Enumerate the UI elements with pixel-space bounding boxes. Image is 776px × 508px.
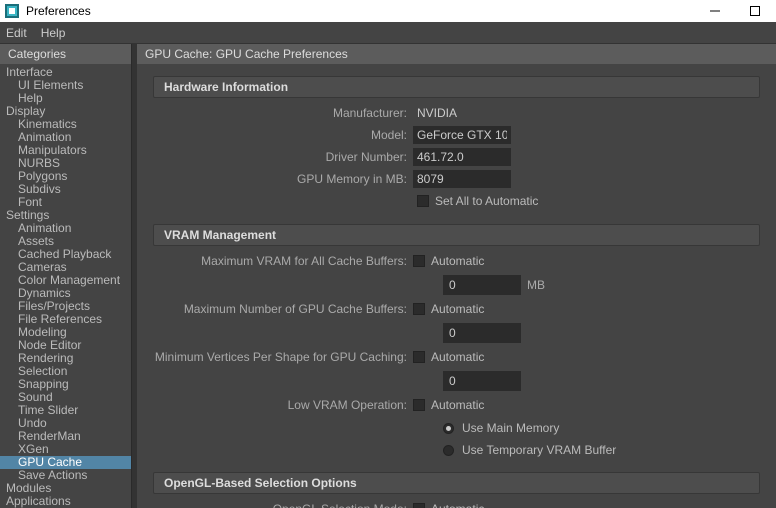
window-title: Preferences xyxy=(26,4,704,18)
category-tree[interactable]: InterfaceUI ElementsHelpDisplayKinematic… xyxy=(0,64,131,508)
label-use-main-memory: Use Main Memory xyxy=(462,421,559,435)
label-automatic-4: Automatic xyxy=(431,398,484,412)
label-automatic-2: Automatic xyxy=(431,302,484,316)
label-opengl-mode: OpenGL Selection Mode: xyxy=(153,502,413,508)
checkbox-max-buffers-auto[interactable] xyxy=(413,303,425,315)
window-titlebar: Preferences xyxy=(0,0,776,22)
menu-bar: Edit Help xyxy=(0,22,776,44)
content-body: Hardware Information Manufacturer: NVIDI… xyxy=(137,64,776,508)
sidebar: Categories InterfaceUI ElementsHelpDispl… xyxy=(0,44,132,508)
label-use-temp-buffer: Use Temporary VRAM Buffer xyxy=(462,443,616,457)
input-model[interactable] xyxy=(413,126,511,144)
input-max-buffers[interactable] xyxy=(443,323,521,343)
checkbox-opengl-auto[interactable] xyxy=(413,503,425,508)
main-area: Categories InterfaceUI ElementsHelpDispl… xyxy=(0,44,776,508)
checkbox-low-vram-auto[interactable] xyxy=(413,399,425,411)
label-automatic-3: Automatic xyxy=(431,350,484,364)
label-memory: GPU Memory in MB: xyxy=(153,172,413,186)
content-header: GPU Cache: GPU Cache Preferences xyxy=(137,44,776,64)
label-min-verts: Minimum Vertices Per Shape for GPU Cachi… xyxy=(153,350,413,364)
label-automatic-5: Automatic xyxy=(431,502,484,508)
label-automatic-1: Automatic xyxy=(431,254,484,268)
radio-use-main-memory[interactable] xyxy=(443,423,454,434)
checkbox-min-verts-auto[interactable] xyxy=(413,351,425,363)
input-driver[interactable] xyxy=(413,148,511,166)
sidebar-header: Categories xyxy=(0,44,131,64)
label-model: Model: xyxy=(153,128,413,142)
input-min-verts[interactable] xyxy=(443,371,521,391)
input-max-vram[interactable] xyxy=(443,275,521,295)
label-manufacturer: Manufacturer: xyxy=(153,106,413,120)
section-vram: VRAM Management xyxy=(153,224,760,246)
value-manufacturer: NVIDIA xyxy=(413,106,457,120)
menu-edit[interactable]: Edit xyxy=(6,26,27,40)
app-icon xyxy=(4,3,20,19)
label-low-vram: Low VRAM Operation: xyxy=(153,398,413,412)
content-panel: GPU Cache: GPU Cache Preferences Hardwar… xyxy=(137,44,776,508)
tree-item[interactable]: Applications xyxy=(0,495,131,508)
unit-mb: MB xyxy=(527,278,545,292)
label-set-all: Set All to Automatic xyxy=(435,194,538,208)
maximize-button[interactable] xyxy=(744,4,766,18)
menu-help[interactable]: Help xyxy=(41,26,66,40)
radio-use-temp-buffer[interactable] xyxy=(443,445,454,456)
checkbox-set-all[interactable] xyxy=(417,195,429,207)
label-max-buffers: Maximum Number of GPU Cache Buffers: xyxy=(153,302,413,316)
minimize-button[interactable] xyxy=(704,4,726,18)
section-opengl: OpenGL-Based Selection Options xyxy=(153,472,760,494)
section-hardware: Hardware Information xyxy=(153,76,760,98)
label-max-vram: Maximum VRAM for All Cache Buffers: xyxy=(153,254,413,268)
input-memory[interactable] xyxy=(413,170,511,188)
checkbox-max-vram-auto[interactable] xyxy=(413,255,425,267)
label-driver: Driver Number: xyxy=(153,150,413,164)
